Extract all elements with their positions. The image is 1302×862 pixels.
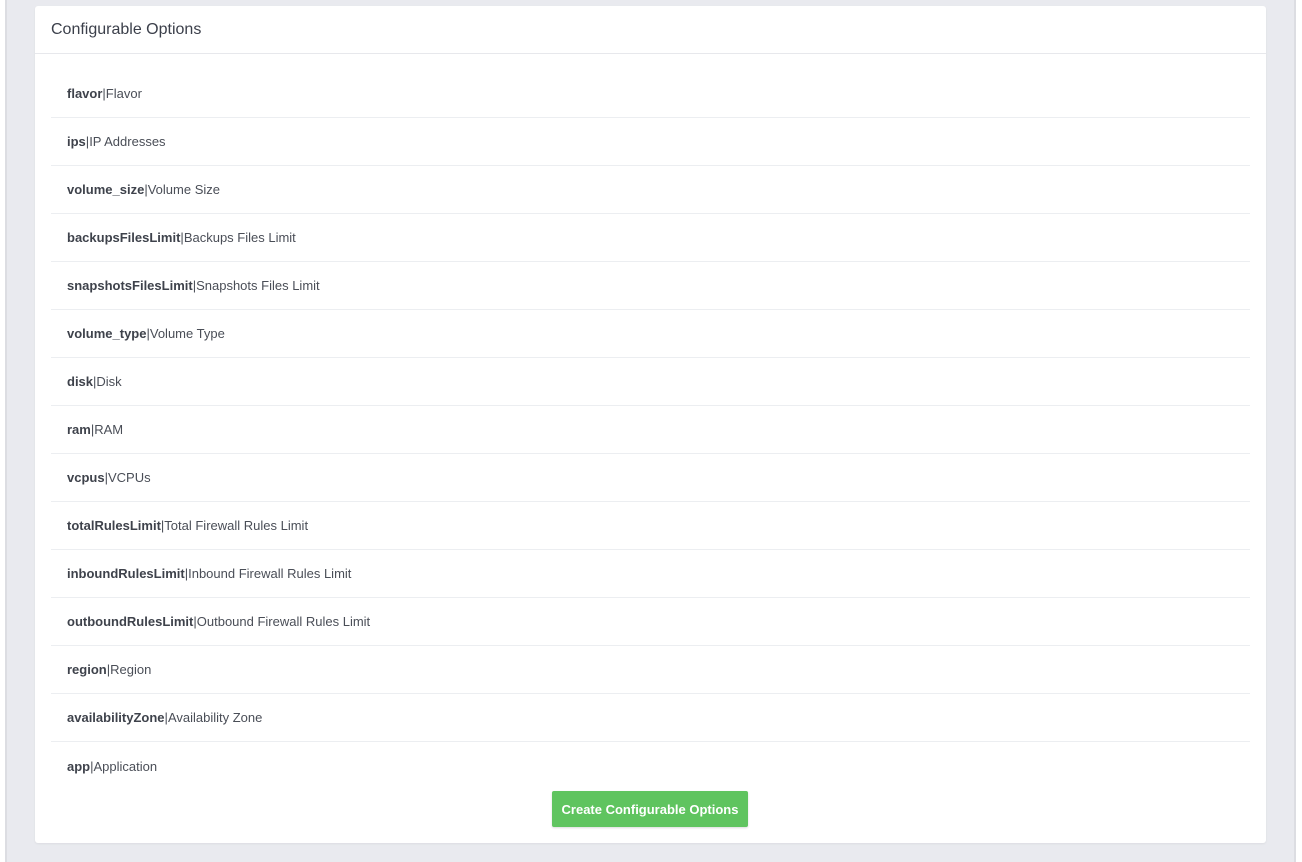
option-row-ram: ram | RAM xyxy=(51,406,1250,454)
option-row-inbound-rules-limit: inboundRulesLimit | Inbound Firewall Rules… xyxy=(51,550,1250,598)
option-key: vcpus xyxy=(67,470,105,485)
page-background: Configurable Options flavor | Flavor ips | I… xyxy=(5,0,1296,862)
option-key: ips xyxy=(67,134,86,149)
option-label: RAM xyxy=(94,422,124,437)
option-label: Availability Zone xyxy=(167,710,263,725)
option-label: Outbound Firewall Rules Limit xyxy=(196,614,371,629)
panel-title: Configurable Options xyxy=(51,20,202,38)
option-key: availabilityZone xyxy=(67,710,165,725)
option-row-outbound-rules-limit: outboundRulesLimit | Outbound Firewall Rul… xyxy=(51,598,1250,646)
options-list: flavor | Flavor ips | IP Addresses volume_si… xyxy=(51,70,1250,790)
option-key: flavor xyxy=(67,86,103,101)
option-row-total-rules-limit: totalRulesLimit | Total Firewall Rules Lim… xyxy=(51,502,1250,550)
configurable-options-panel: Configurable Options flavor | Flavor ips | I… xyxy=(35,6,1266,843)
option-row-availability-zone: availabilityZone | Availability Zone xyxy=(51,694,1250,742)
option-label: Backups Files Limit xyxy=(183,230,296,245)
option-row-vcpus: vcpus | VCPUs xyxy=(51,454,1250,502)
option-row-flavor: flavor | Flavor xyxy=(51,70,1250,118)
option-label: Volume Type xyxy=(149,326,225,341)
option-key: disk xyxy=(67,374,94,389)
option-row-volume-size: volume_size | Volume Size xyxy=(51,166,1250,214)
option-key: ram xyxy=(67,422,91,437)
option-key: app xyxy=(67,758,91,774)
option-row-snapshots-files-limit: snapshotsFilesLimit | Snapshots Files Limi… xyxy=(51,262,1250,310)
option-key: volume_type xyxy=(67,326,147,341)
option-key: volume_size xyxy=(67,182,145,197)
option-row-app: app | Application xyxy=(51,742,1250,790)
option-key: region xyxy=(67,662,107,677)
create-configurable-options-button[interactable]: Create Configurable Options xyxy=(552,791,748,827)
option-label: Disk xyxy=(96,374,122,389)
option-row-ips: ips | IP Addresses xyxy=(51,118,1250,166)
option-label: IP Addresses xyxy=(89,134,166,149)
option-key: backupsFilesLimit xyxy=(67,230,181,245)
option-label: Flavor xyxy=(105,86,142,101)
option-key: outboundRulesLimit xyxy=(67,614,194,629)
option-row-disk: disk | Disk xyxy=(51,358,1250,406)
option-label: Snapshots Files Limit xyxy=(196,278,320,293)
option-label: Region xyxy=(110,662,152,677)
option-key: totalRulesLimit xyxy=(67,518,161,533)
option-label: Inbound Firewall Rules Limit xyxy=(188,566,352,581)
option-row-volume-type: volume_type | Volume Type xyxy=(51,310,1250,358)
option-label: Total Firewall Rules Limit xyxy=(164,518,309,533)
option-label: Application xyxy=(93,758,158,774)
panel-header: Configurable Options xyxy=(35,6,1266,54)
option-row-region: region | Region xyxy=(51,646,1250,694)
option-label: Volume Size xyxy=(147,182,220,197)
option-row-backups-files-limit: backupsFilesLimit | Backups Files Limit xyxy=(51,214,1250,262)
option-label: VCPUs xyxy=(107,470,151,485)
option-key: inboundRulesLimit xyxy=(67,566,185,581)
option-key: snapshotsFilesLimit xyxy=(67,278,193,293)
